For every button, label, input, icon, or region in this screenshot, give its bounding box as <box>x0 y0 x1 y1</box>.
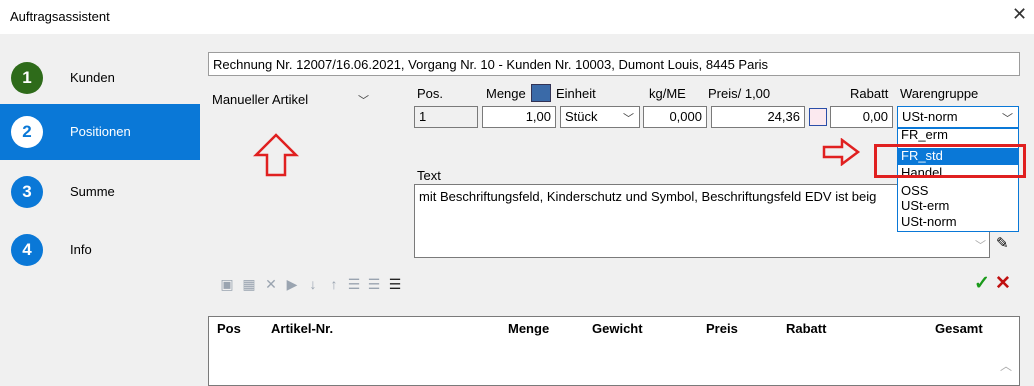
edit-pen-icon[interactable]: ✎ <box>996 234 1009 252</box>
scroll-up-icon[interactable]: ︿ <box>1000 357 1012 374</box>
step-label: Summe <box>70 184 115 199</box>
pos-field[interactable]: 1 <box>414 106 478 128</box>
warengruppe-value: USt-norm <box>902 109 958 124</box>
step-summe[interactable]: 3 Summe <box>0 164 200 220</box>
preis-label: Preis/ 1,00 <box>708 86 771 101</box>
step-number: 4 <box>11 234 43 266</box>
kgme-label: kg/ME <box>649 86 686 101</box>
price-grid-icon[interactable] <box>809 108 827 126</box>
outdent-icon[interactable]: ☰ <box>365 275 383 293</box>
cancel-x-icon[interactable]: ✕ <box>995 272 1011 295</box>
step-number: 1 <box>11 62 43 94</box>
article-type-value: Manueller Artikel <box>212 92 309 107</box>
step-positionen[interactable]: 2 Positionen <box>0 104 200 160</box>
annotation-arrow-right <box>822 138 861 166</box>
einheit-select[interactable]: Stück ﹀ <box>560 106 640 128</box>
chevron-down-icon: ﹀ <box>623 113 634 125</box>
col-pos[interactable]: Pos <box>217 321 241 336</box>
step-number: 3 <box>11 176 43 208</box>
annotation-arrow-up <box>252 133 300 177</box>
delete-icon[interactable]: ✕ <box>262 275 280 293</box>
text-area-value: mit Beschriftungsfeld, Kinderschutz und … <box>419 189 877 204</box>
header-info-box: Rechnung Nr. 12007/16.06.2021, Vorgang N… <box>208 52 1020 76</box>
text-label: Text <box>417 168 441 183</box>
annotation-highlight-box <box>874 144 1026 178</box>
col-menge[interactable]: Menge <box>508 321 549 336</box>
sidebar: 1 Kunden 2 Positionen 3 Summe 4 Info <box>0 34 200 384</box>
step-label: Info <box>70 242 92 257</box>
confirm-check-icon[interactable]: ✓ <box>974 272 990 295</box>
step-label: Kunden <box>70 70 115 85</box>
preis-field[interactable]: 24,36 <box>711 106 805 128</box>
rabatt-field[interactable]: 0,00 <box>830 106 893 128</box>
copy-icon[interactable]: ▶ <box>283 275 301 293</box>
step-kunden[interactable]: 1 Kunden <box>0 50 200 106</box>
warengruppe-label: Warengruppe <box>900 86 979 101</box>
indent-icon[interactable]: ☰ <box>345 275 363 293</box>
menge-field[interactable]: 1,00 <box>482 106 556 128</box>
einheit-value: Stück <box>565 109 598 124</box>
calculator-icon[interactable] <box>531 84 551 102</box>
step-label: Positionen <box>70 124 131 139</box>
warengruppe-select[interactable]: USt-norm ﹀ <box>897 106 1019 128</box>
menge-label: Menge <box>486 86 526 101</box>
dropdown-option[interactable]: USt-erm <box>901 198 949 213</box>
einheit-label: Einheit <box>556 86 596 101</box>
window-title: Auftragsassistent <box>10 9 110 24</box>
step-info[interactable]: 4 Info <box>0 222 200 278</box>
dropdown-option[interactable]: FR_erm <box>901 129 948 142</box>
article-type-select[interactable]: Manueller Artikel ﹀ <box>208 86 396 112</box>
close-icon[interactable]: ✕ <box>1012 4 1027 25</box>
col-rabatt[interactable]: Rabatt <box>786 321 826 336</box>
chevron-down-icon: ﹀ <box>1002 113 1013 125</box>
chevron-down-icon: ﹀ <box>358 95 369 107</box>
step-number: 2 <box>11 116 43 148</box>
kgme-field[interactable]: 0,000 <box>643 106 707 128</box>
dropdown-option[interactable]: OSS <box>901 183 928 198</box>
col-gesamt[interactable]: Gesamt <box>935 321 983 336</box>
dropdown-option[interactable]: USt-norm <box>901 214 957 229</box>
col-artikel-nr[interactable]: Artikel-Nr. <box>271 321 333 336</box>
pos-label: Pos. <box>417 86 444 101</box>
col-gewicht[interactable]: Gewicht <box>592 321 643 336</box>
numbered-list-icon[interactable]: ☰ <box>386 275 404 293</box>
new-row-icon[interactable]: ▣ <box>218 275 236 293</box>
header-info-text: Rechnung Nr. 12007/16.06.2021, Vorgang N… <box>213 57 769 72</box>
chevron-down-icon[interactable]: ﹀ <box>975 237 986 253</box>
title-bar <box>0 0 1034 34</box>
move-up-icon[interactable]: ↑ <box>325 275 343 293</box>
col-preis[interactable]: Preis <box>706 321 738 336</box>
rabatt-label: Rabatt <box>850 86 889 101</box>
insert-row-icon[interactable]: ▦ <box>240 275 258 293</box>
move-down-icon[interactable]: ↓ <box>304 275 322 293</box>
